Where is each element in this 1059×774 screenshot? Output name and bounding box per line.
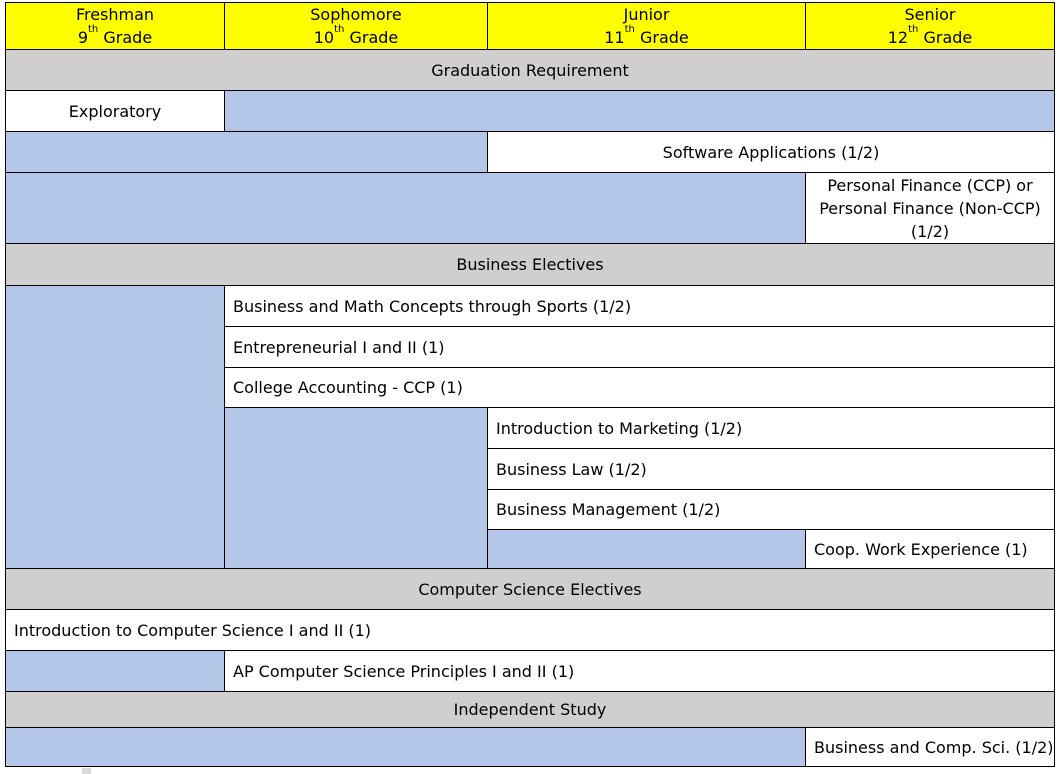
- grade-level: 11th Grade: [604, 23, 689, 47]
- not-offered-block: [5, 650, 225, 692]
- course-intro-computer-science: Introduction to Computer Science I and I…: [5, 609, 1055, 651]
- course-line: (1/2): [910, 221, 950, 241]
- course-software-applications: Software Applications (1/2): [487, 131, 1055, 173]
- header-freshman: Freshman 9th Grade: [5, 2, 225, 50]
- course-business-math-sports: Business and Math Concepts through Sport…: [224, 285, 1055, 327]
- grade-level: 10th Grade: [313, 23, 399, 47]
- section-business-electives: Business Electives: [5, 243, 1055, 286]
- course-college-accounting: College Accounting - CCP (1): [224, 367, 1055, 408]
- grade-level: 9th Grade: [77, 23, 153, 47]
- course-line: Personal Finance (Non-CCP): [819, 198, 1041, 218]
- not-offered-block: [5, 131, 488, 173]
- scroll-marker: [82, 768, 91, 774]
- course-personal-finance: Personal Finance (CCP) or Personal Finan…: [805, 172, 1055, 244]
- course-coop-work-experience: Coop. Work Experience (1): [805, 529, 1055, 569]
- header-senior: Senior 12th Grade: [805, 2, 1055, 50]
- not-offered-block: [224, 407, 488, 569]
- not-offered-block: [5, 172, 806, 244]
- not-offered-block: [5, 727, 806, 767]
- not-offered-block: [5, 285, 225, 569]
- header-sophomore: Sophomore 10th Grade: [224, 2, 488, 50]
- course-intro-marketing: Introduction to Marketing (1/2): [487, 407, 1055, 449]
- grade-name: Freshman: [75, 5, 155, 24]
- course-business-law: Business Law (1/2): [487, 448, 1055, 490]
- course-business-management: Business Management (1/2): [487, 489, 1055, 530]
- grade-level: 12th Grade: [887, 23, 973, 47]
- grade-name: Junior: [623, 5, 670, 24]
- not-offered-block: [224, 90, 1055, 132]
- course-pathway-table: Freshman 9th Grade Sophomore 10th Grade …: [5, 2, 1055, 767]
- header-junior: Junior 11th Grade: [487, 2, 806, 50]
- section-independent-study: Independent Study: [5, 691, 1055, 728]
- grade-name: Sophomore: [310, 5, 402, 24]
- course-exploratory: Exploratory: [5, 90, 225, 132]
- section-computer-science-electives: Computer Science Electives: [5, 568, 1055, 610]
- course-line: Personal Finance (CCP) or: [827, 175, 1033, 195]
- grade-name: Senior: [904, 5, 956, 24]
- section-graduation-requirement: Graduation Requirement: [5, 49, 1055, 91]
- not-offered-block: [487, 529, 806, 569]
- course-entrepreneurial: Entrepreneurial I and II (1): [224, 326, 1055, 368]
- course-ap-csp: AP Computer Science Principles I and II …: [224, 650, 1055, 692]
- course-business-comp-sci: Business and Comp. Sci. (1/2): [805, 727, 1055, 767]
